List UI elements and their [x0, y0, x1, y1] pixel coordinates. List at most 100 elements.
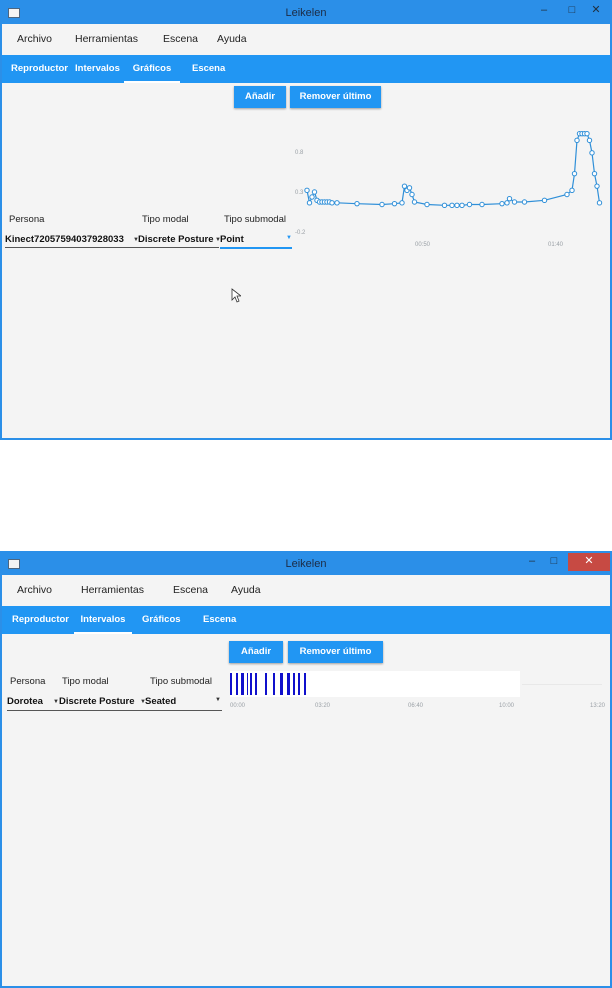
data-point — [411, 199, 418, 205]
x-tick-label: 06:40 — [408, 703, 424, 709]
select-underline — [5, 247, 219, 248]
data-point — [586, 137, 593, 144]
interval-bar — [273, 673, 275, 695]
x-tick-label: 00:50 — [415, 242, 431, 248]
interval-bar — [254, 673, 258, 695]
persona-header: Persona — [9, 214, 45, 225]
data-point — [329, 200, 335, 206]
data-point — [406, 185, 413, 191]
maximize-icon[interactable]: □ — [540, 553, 568, 571]
interval-bar — [293, 673, 295, 695]
interval-bar — [286, 673, 290, 695]
tipo-submodal-header: Tipo submodal — [224, 214, 286, 225]
window-intervalos: Leikelen – □ ✕ Archivo Herramientas Esce… — [0, 551, 612, 988]
persona-select[interactable]: Kinect72057594037928033 — [5, 234, 124, 245]
tab-bar: Reproductor Intervalos Gráficos Escena — [2, 606, 610, 634]
mouse-pointer-icon — [231, 288, 241, 303]
data-point — [306, 200, 313, 206]
x-tick-label: 01:40 — [548, 242, 564, 248]
data-point — [454, 202, 460, 209]
add-button[interactable]: Añadir — [229, 641, 283, 663]
menu-archivo[interactable]: Archivo — [17, 575, 52, 606]
posture-line-chart: 0.8 0.3 -0.2 00:50 01:40 — [295, 130, 603, 248]
tipo-submodal-header: Tipo submodal — [150, 676, 212, 687]
app-icon — [8, 559, 20, 569]
x-tick-label: 10:00 — [499, 703, 515, 709]
tab-intervalos[interactable]: Intervalos — [74, 606, 132, 634]
data-point — [504, 200, 510, 206]
data-point — [564, 191, 570, 198]
menu-herramientas[interactable]: Herramientas — [81, 575, 144, 606]
tipo-modal-header: Tipo modal — [62, 676, 109, 687]
window-title: Leikelen — [285, 558, 327, 570]
data-point — [311, 189, 318, 195]
interval-bar — [246, 673, 249, 695]
data-point — [309, 194, 315, 200]
x-tick-label: 13:20 — [590, 703, 606, 709]
data-point — [424, 201, 430, 208]
tipo-modal-select[interactable]: Discrete Posture — [59, 696, 135, 707]
tab-escena[interactable]: Escena — [203, 606, 236, 634]
tipo-modal-header: Tipo modal — [142, 214, 189, 225]
data-point — [596, 200, 603, 206]
data-point — [334, 200, 340, 206]
data-point — [499, 200, 505, 207]
data-point — [541, 197, 548, 204]
interval-bar — [280, 673, 283, 695]
data-point — [574, 137, 580, 144]
data-point — [401, 183, 408, 189]
y-tick-label: 0.3 — [295, 190, 304, 196]
menu-escena[interactable]: Escena — [173, 575, 208, 606]
data-point — [379, 201, 385, 208]
data-point — [511, 199, 518, 205]
data-point — [304, 187, 310, 194]
title-bar: Leikelen – □ ✕ — [2, 553, 610, 575]
data-point — [459, 202, 465, 209]
data-point — [589, 150, 595, 156]
tipo-modal-select[interactable]: Discrete Posture — [138, 234, 214, 245]
interval-bar — [230, 673, 233, 695]
data-point — [591, 170, 598, 177]
x-tick-label: 03:20 — [315, 703, 331, 709]
tipo-submodal-dropdown-icon[interactable]: ▼ — [286, 235, 292, 241]
persona-select[interactable]: Dorotea — [7, 696, 43, 707]
interval-bar — [235, 673, 238, 695]
data-point — [409, 191, 415, 198]
close-icon[interactable]: ✕ — [568, 553, 610, 571]
data-point — [571, 170, 578, 177]
tipo-submodal-dropdown-icon[interactable]: ▼ — [215, 697, 221, 703]
data-point — [506, 195, 513, 202]
data-point — [594, 183, 600, 189]
interval-bar — [304, 673, 306, 695]
tipo-submodal-select[interactable]: Point — [220, 234, 244, 245]
interval-bar — [241, 673, 244, 695]
data-point — [569, 187, 575, 194]
interval-strip — [230, 671, 520, 697]
window-graficos: Leikelen – □ ✕ Archivo Herramientas Esce… — [0, 0, 612, 440]
y-tick-label: 0.8 — [295, 150, 304, 156]
menu-bar: Archivo Herramientas Escena Ayuda — [2, 575, 610, 606]
interval-bar — [297, 673, 301, 695]
focused-select-underline — [220, 247, 292, 249]
strip-gridline — [522, 684, 602, 685]
data-point — [449, 202, 455, 209]
interval-bar — [249, 673, 253, 695]
tab-graficos[interactable]: Gráficos — [142, 606, 181, 634]
data-point — [521, 199, 528, 205]
data-point — [466, 201, 473, 208]
data-point — [391, 200, 398, 207]
data-point — [584, 130, 590, 137]
data-point — [399, 200, 405, 206]
x-tick-label: 00:00 — [230, 703, 246, 709]
select-underline — [7, 710, 222, 711]
interval-axis: 00:00 03:20 06:40 10:00 13:20 — [230, 703, 605, 713]
tipo-submodal-select[interactable]: Seated — [145, 696, 176, 707]
data-point — [441, 202, 448, 209]
series-line — [306, 133, 601, 206]
data-point — [354, 200, 360, 207]
data-point — [479, 201, 485, 208]
y-tick-label: -0.2 — [295, 230, 306, 236]
remove-last-button[interactable]: Remover último — [288, 641, 383, 663]
tab-reproductor[interactable]: Reproductor — [12, 606, 69, 634]
menu-ayuda[interactable]: Ayuda — [231, 575, 261, 606]
